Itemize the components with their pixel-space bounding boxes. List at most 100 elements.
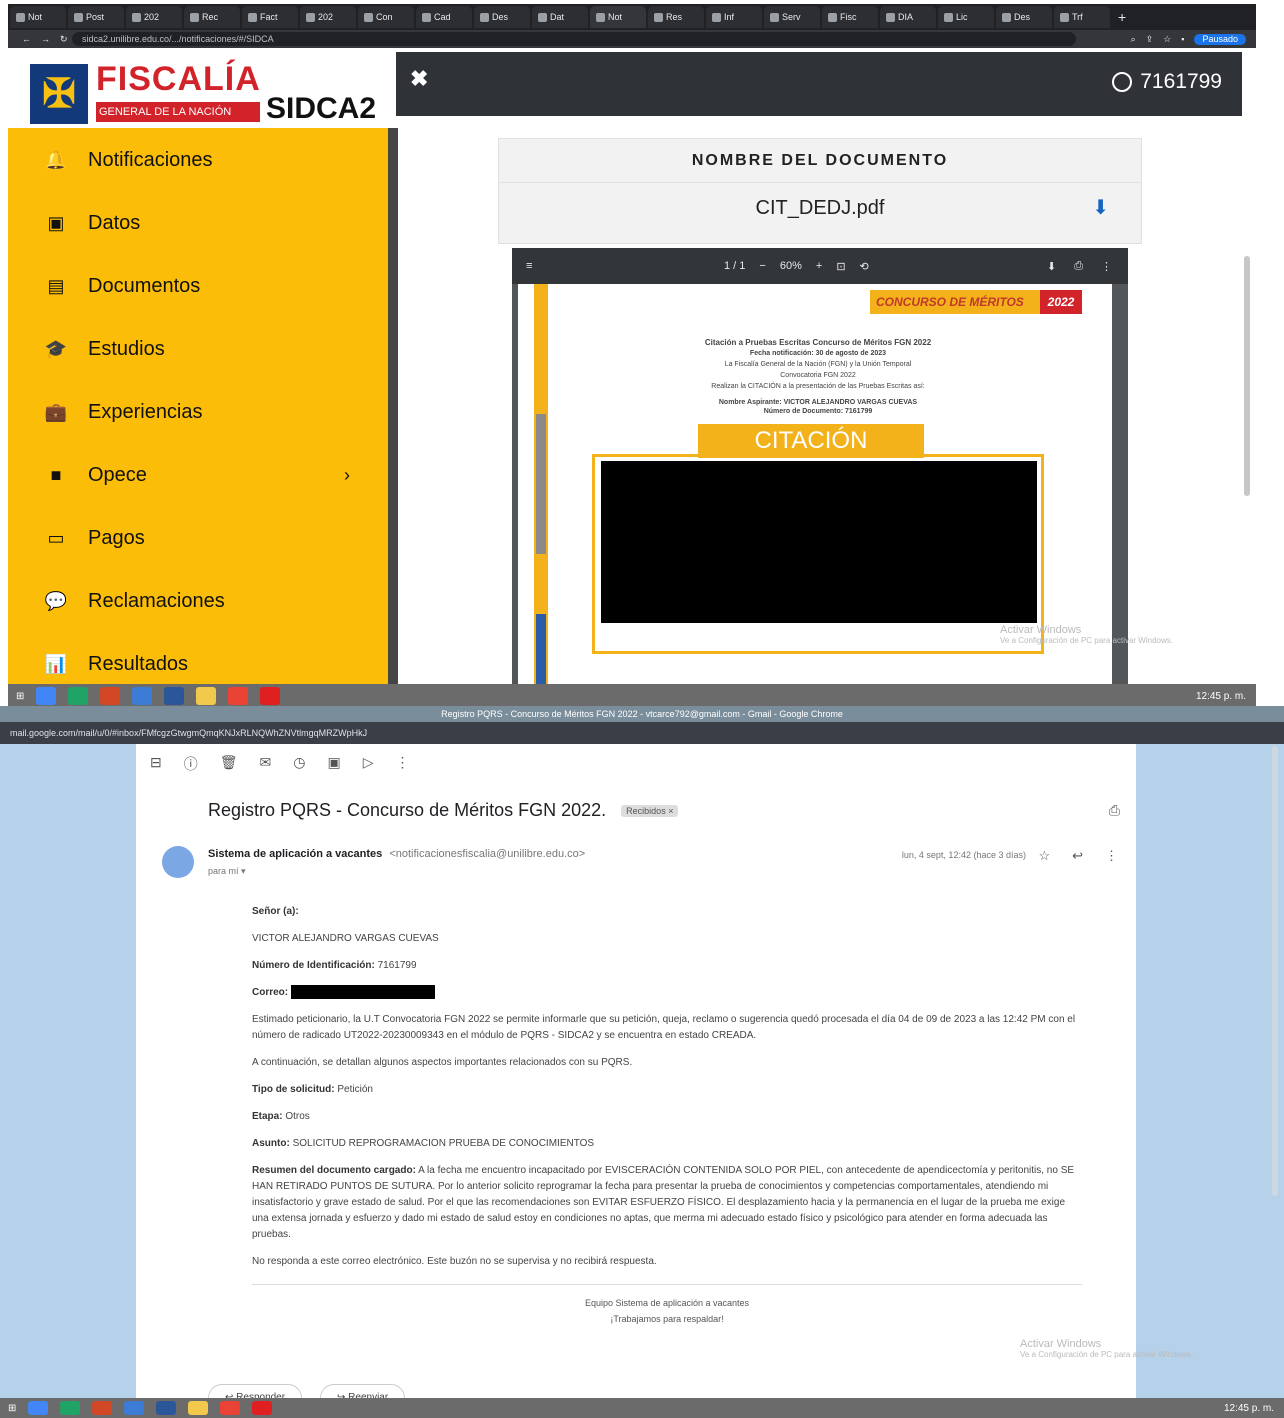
browser-tab[interactable]: Post	[68, 6, 124, 28]
clock[interactable]: 12:45 p. m.	[1196, 691, 1246, 702]
app-icon[interactable]	[132, 687, 153, 705]
word-icon[interactable]	[164, 687, 185, 705]
browser-tab[interactable]: Rec	[184, 6, 240, 28]
browser-tab[interactable]: Not	[10, 6, 66, 28]
mark-unread-icon[interactable]: ✉	[260, 754, 272, 774]
powerpoint-icon[interactable]	[100, 687, 121, 705]
fit-page-icon[interactable]: ⊡	[836, 260, 845, 273]
clock[interactable]: 12:45 p. m.	[1224, 1403, 1274, 1414]
chrome-window-icon[interactable]	[228, 687, 249, 705]
acrobat-icon[interactable]	[260, 687, 281, 705]
close-icon[interactable]: ✖	[410, 66, 428, 92]
chrome-window-icon[interactable]	[220, 1401, 241, 1415]
url-field[interactable]: sidca2.unilibre.edu.co/.../notificacione…	[72, 32, 1076, 46]
browser-tab[interactable]: Inf	[706, 6, 762, 28]
folder-icon[interactable]	[188, 1401, 209, 1415]
browser-tab[interactable]: Lic	[938, 6, 994, 28]
redacted-email	[290, 985, 435, 1000]
star-icon[interactable]: ☆	[1163, 34, 1171, 45]
sidebar-item-reclamaciones[interactable]: 💬 Reclamaciones	[8, 581, 388, 621]
archive-icon[interactable]: ⊟	[150, 754, 162, 774]
menu-icon[interactable]: ≡	[526, 260, 532, 272]
zoom-level[interactable]: 60%	[780, 260, 802, 272]
move-to-icon[interactable]: ▣	[327, 754, 340, 774]
reply-icon[interactable]: ↩	[1072, 848, 1083, 864]
labels-icon[interactable]: ▷	[363, 754, 374, 774]
zoom-in-icon[interactable]: +	[816, 260, 822, 272]
excel-icon[interactable]	[68, 687, 89, 705]
browser-tab[interactable]: 202	[126, 6, 182, 28]
browser-tab[interactable]: Des	[996, 6, 1052, 28]
browser-tab[interactable]: Cad	[416, 6, 472, 28]
sidebar-item-opece[interactable]: ■ Opece ›	[8, 455, 388, 495]
more-icon[interactable]: ⋮	[1105, 848, 1118, 864]
gmail-scrollbar[interactable]	[1272, 746, 1278, 1196]
browser-tab[interactable]: Res	[648, 6, 704, 28]
browser-tab[interactable]: Serv	[764, 6, 820, 28]
page-indicator[interactable]: 1 / 1	[724, 260, 745, 272]
more-icon[interactable]: ⋮	[1101, 260, 1112, 273]
browser-tab[interactable]: Dat	[532, 6, 588, 28]
rotate-icon[interactable]: ⟲	[860, 260, 869, 273]
windows-start-icon[interactable]: ⊞	[8, 1403, 16, 1414]
browser-tab[interactable]: Not	[590, 6, 646, 28]
pdf-line: Realizan la CITACIÓN a la presentación d…	[711, 383, 925, 390]
footer-slogan: ¡Trabajamos para respaldar!	[610, 1314, 724, 1324]
word-icon[interactable]	[156, 1401, 177, 1415]
browser-tab[interactable]: 202	[300, 6, 356, 28]
app-icon[interactable]	[124, 1401, 145, 1415]
forward-icon[interactable]: →	[41, 34, 50, 45]
sidebar-item-resultados[interactable]: 📊 Resultados	[8, 644, 388, 684]
browser-tab[interactable]: Trf	[1054, 6, 1110, 28]
folder-icon[interactable]	[196, 687, 217, 705]
browser-tab[interactable]: Des	[474, 6, 530, 28]
user-icon	[1112, 72, 1133, 92]
zoom-icon[interactable]: ⌕	[1131, 34, 1136, 45]
excel-icon[interactable]	[60, 1401, 81, 1415]
print-all-icon[interactable]: ⎙	[1109, 802, 1120, 819]
new-tab-icon[interactable]: +	[1118, 9, 1126, 25]
powerpoint-icon[interactable]	[92, 1401, 113, 1415]
sidebar-item-documentos[interactable]: ▤ Documentos	[8, 266, 388, 306]
more-icon[interactable]: ⋮	[395, 754, 409, 774]
sidebar-item-notificaciones[interactable]: 🔔 Notificaciones	[8, 140, 388, 180]
concurso-badge: CONCURSO DE MÉRITOS 2022	[870, 290, 1082, 314]
browser-tab[interactable]: Con	[358, 6, 414, 28]
share-icon[interactable]: ⇪	[1146, 34, 1154, 45]
pdf-download-icon[interactable]: ⬇	[1047, 260, 1056, 273]
delete-icon[interactable]: 🗑	[220, 754, 238, 774]
window-title: Registro PQRS - Concurso de Méritos FGN …	[0, 706, 1284, 722]
sidebar-item-experiencias[interactable]: 💼 Experiencias	[8, 392, 388, 432]
browser-tab[interactable]: DIA	[880, 6, 936, 28]
inbox-label[interactable]: Recibidos ×	[621, 805, 679, 818]
top-screenshot: Not Post 202 Rec Fact 202 Con Cad Des Dat Not Res In…	[0, 0, 1284, 708]
fiscalia-logo[interactable]: ✠ FISCALÍA GENERAL DE LA NACIÓN SIDCA2	[26, 54, 396, 126]
sidebar-item-estudios[interactable]: 🎓 Estudios	[8, 329, 388, 369]
puzzle-icon[interactable]: ▪	[1181, 34, 1184, 45]
print-icon[interactable]: ⎙	[1074, 260, 1083, 273]
user-badge[interactable]: 7161799	[1112, 70, 1222, 94]
browser-tab[interactable]: Fisc	[822, 6, 878, 28]
recipient-toggle[interactable]: para mí ▾	[208, 866, 246, 877]
back-icon[interactable]: ←	[22, 34, 31, 45]
zoom-out-icon[interactable]: −	[759, 260, 765, 272]
star-icon[interactable]: ☆	[1038, 848, 1050, 864]
profile-button[interactable]: Pausado	[1194, 33, 1246, 45]
tab-label: Cad	[434, 12, 451, 22]
pdf-controls: 1 / 1 − 60% + ⊡ ⟲	[724, 260, 869, 273]
sidebar-item-pagos[interactable]: ▭ Pagos	[8, 518, 388, 558]
reload-icon[interactable]: ↻	[60, 34, 68, 45]
download-icon[interactable]: ⬇	[1092, 183, 1109, 233]
report-spam-icon[interactable]: ⓘ	[184, 754, 198, 774]
chrome-icon[interactable]	[28, 1401, 49, 1415]
sidebar-item-datos[interactable]: ▣ Datos	[8, 203, 388, 243]
browser-tab[interactable]: Fact	[242, 6, 298, 28]
acrobat-icon[interactable]	[252, 1401, 273, 1415]
windows-start-icon[interactable]: ⊞	[16, 691, 24, 702]
pdf-viewer[interactable]: ≡ 1 / 1 − 60% + ⊡ ⟲ ⬇ ⎙ ⋮ CONCURSO DE MÉ…	[512, 248, 1128, 684]
page-scrollbar[interactable]	[1244, 256, 1250, 496]
gmail-url[interactable]: mail.google.com/mail/u/0/#inbox/FMfcgzGt…	[0, 722, 1284, 744]
chrome-icon[interactable]	[36, 687, 57, 705]
pdf-line: Convocatoria FGN 2022	[780, 372, 856, 379]
snooze-icon[interactable]: ◷	[293, 754, 305, 774]
